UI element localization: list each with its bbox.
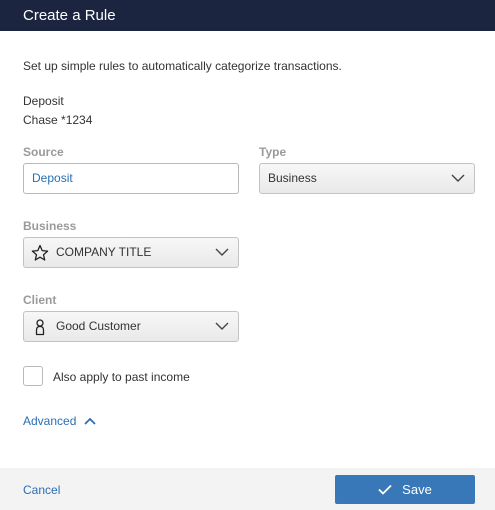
business-label: Business [23,219,77,233]
dialog-footer: Cancel Save [0,468,495,510]
checkmark-icon [378,484,392,495]
cancel-button[interactable]: Cancel [23,483,60,497]
dialog-header: Create a Rule [0,0,495,31]
past-income-label[interactable]: Also apply to past income [53,370,190,384]
save-button[interactable]: Save [335,475,475,504]
chevron-up-icon [84,417,97,425]
advanced-label: Advanced [23,414,77,428]
transaction-account: Chase *1234 [23,113,93,127]
type-label: Type [259,145,287,159]
type-select-value: Business [268,171,317,185]
star-icon [31,244,49,261]
client-select[interactable]: Good Customer [23,311,239,342]
chevron-down-icon [451,174,465,182]
advanced-toggle[interactable]: Advanced [23,414,97,428]
chevron-down-icon [215,322,229,330]
client-label: Client [23,293,57,307]
person-icon [35,319,45,336]
type-select[interactable]: Business [259,163,475,194]
business-select[interactable]: COMPANY TITLE [23,237,239,268]
intro-text: Set up simple rules to automatically cat… [23,59,342,73]
business-select-value: COMPANY TITLE [56,245,152,259]
past-income-checkbox[interactable] [23,366,43,386]
source-input[interactable]: Deposit [23,163,239,194]
save-label: Save [402,482,432,497]
client-select-value: Good Customer [56,319,141,333]
dialog-title: Create a Rule [23,7,116,24]
transaction-name: Deposit [23,94,64,108]
source-input-value: Deposit [32,171,73,185]
chevron-down-icon [215,248,229,256]
source-label: Source [23,145,64,159]
